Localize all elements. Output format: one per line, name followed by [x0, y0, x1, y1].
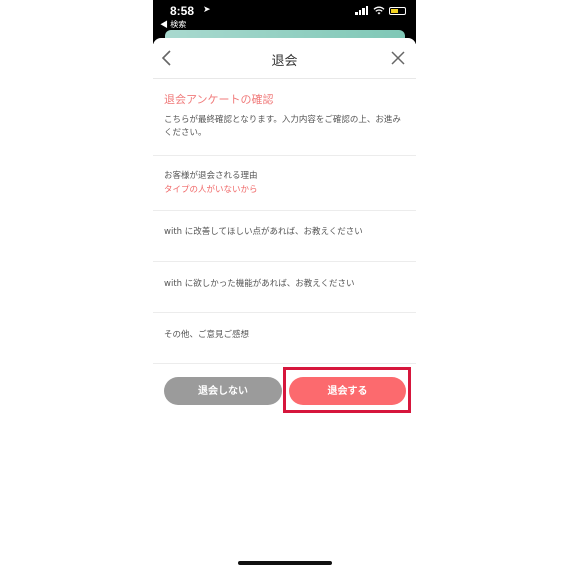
survey-confirm-title: 退会アンケートの確認	[164, 93, 274, 106]
question-label: with に欲しかった機能があれば、お教えください	[164, 279, 355, 289]
back-to-app-link[interactable]: ◀ 検索	[160, 19, 186, 30]
withdrawal-sheet: 退会 退会アンケートの確認 こちらが最終確認となります。入力内容をご確認の上、お…	[153, 38, 416, 570]
cellular-signal-icon	[355, 6, 369, 15]
status-icons	[355, 6, 406, 15]
question-label: お客様が退会される理由	[164, 171, 258, 181]
navigation-bar: 退会	[153, 38, 416, 79]
divider	[153, 155, 416, 156]
location-arrow-icon: ➤	[203, 5, 211, 15]
question-label: with に改善してほしい点があれば、お教えください	[164, 227, 363, 237]
home-indicator[interactable]	[238, 561, 332, 565]
battery-icon	[389, 6, 406, 15]
wifi-icon	[373, 6, 385, 15]
survey-confirm-description: こちらが最終確認となります。入力内容をご確認の上、お進みください。	[164, 115, 401, 138]
question-answer: タイプの人がいないから	[164, 185, 258, 195]
divider	[153, 363, 416, 364]
divider	[153, 210, 416, 211]
divider	[153, 261, 416, 262]
cancel-withdrawal-button[interactable]: 退会しない	[164, 377, 282, 405]
question-label: その他、ご意見ご感想	[164, 330, 250, 340]
status-time: 8:58	[170, 4, 195, 18]
page-title: 退会	[271, 54, 298, 69]
highlight-box	[283, 367, 411, 413]
divider	[153, 312, 416, 313]
close-icon[interactable]	[390, 50, 406, 66]
